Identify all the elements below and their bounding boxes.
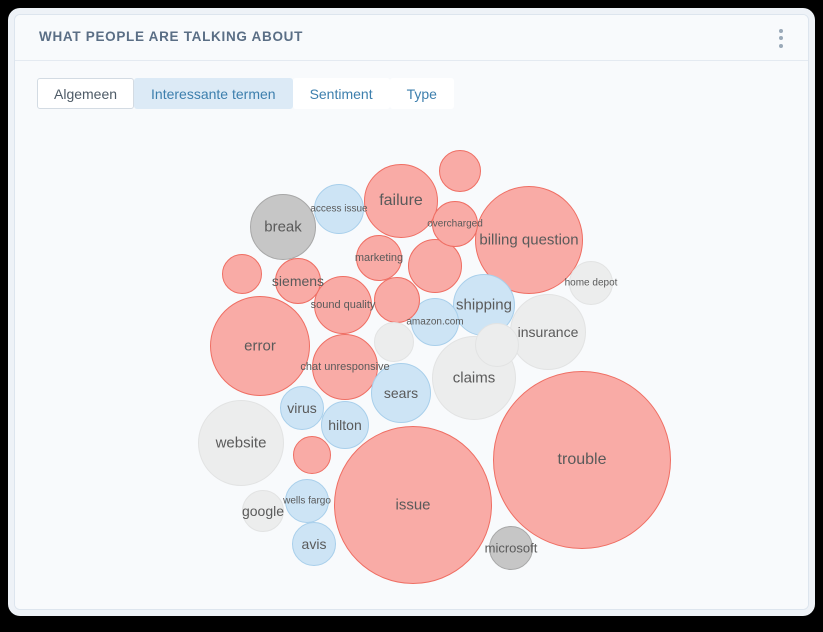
bubble-chart: trouble issue billing question error website… [15,119,808,609]
bubble-unlabeled[interactable] [439,150,481,192]
bubble-avis[interactable] [292,522,336,566]
bubble-unlabeled[interactable] [374,322,414,362]
tab-label: Interessante termen [151,85,276,102]
card-header: WHAT PEOPLE ARE TALKING ABOUT [15,15,808,61]
tab-algemeen[interactable]: Algemeen [37,78,135,109]
tab-label: Algemeen [54,85,118,102]
bubble-insurance[interactable] [510,294,586,370]
bubble-home-depot[interactable] [569,261,613,305]
bubble-failure[interactable] [364,164,438,238]
bubble-overcharged[interactable] [432,201,478,247]
kebab-dot-1 [779,28,783,33]
bubble-unlabeled[interactable] [475,323,519,367]
bubble-sears[interactable] [371,363,431,423]
bubble-marketing[interactable] [356,235,402,281]
tab-label: Type [406,85,437,102]
bubble-hilton[interactable] [321,401,369,449]
bubble-break[interactable] [250,194,316,260]
kebab-dot-2 [779,36,783,40]
tab-type[interactable]: Type [389,78,454,109]
bubble-website[interactable] [198,400,284,486]
kebab-vertical-icon[interactable] [770,26,792,50]
kebab-dot-3 [779,43,783,48]
bubble-issue[interactable] [334,426,492,584]
window-shell: WHAT PEOPLE ARE TALKING ABOUT Algemeen In… [8,8,815,616]
bubble-microsoft[interactable] [489,526,533,570]
bubble-virus[interactable] [280,386,324,430]
bubble-unlabeled[interactable] [408,239,462,293]
bubble-trouble[interactable] [493,371,671,549]
tab-label: Sentiment [309,85,373,102]
tab-interessante-termen[interactable]: Interessante termen [134,78,293,109]
bubble-access-issue[interactable] [314,184,364,234]
bubble-google[interactable] [242,490,284,532]
bubble-unlabeled[interactable] [293,436,331,474]
tab-bar: Algemeen Interessante termen Sentiment Type [37,78,454,109]
bubble-error[interactable] [210,296,310,396]
page-title: WHAT PEOPLE ARE TALKING ABOUT [39,29,304,44]
bubble-wells-fargo[interactable] [285,479,329,523]
bubble-sound-quality[interactable] [314,276,372,334]
bubble-siemens[interactable] [275,258,321,304]
bubble-unlabeled[interactable] [222,254,262,294]
bubble-chat-unresponsive[interactable] [312,334,378,400]
bubble-unlabeled[interactable] [374,277,420,323]
talking-about-card: WHAT PEOPLE ARE TALKING ABOUT Algemeen In… [14,14,809,610]
tab-sentiment[interactable]: Sentiment [292,78,390,109]
screenshot-frame: WHAT PEOPLE ARE TALKING ABOUT Algemeen In… [0,0,823,632]
